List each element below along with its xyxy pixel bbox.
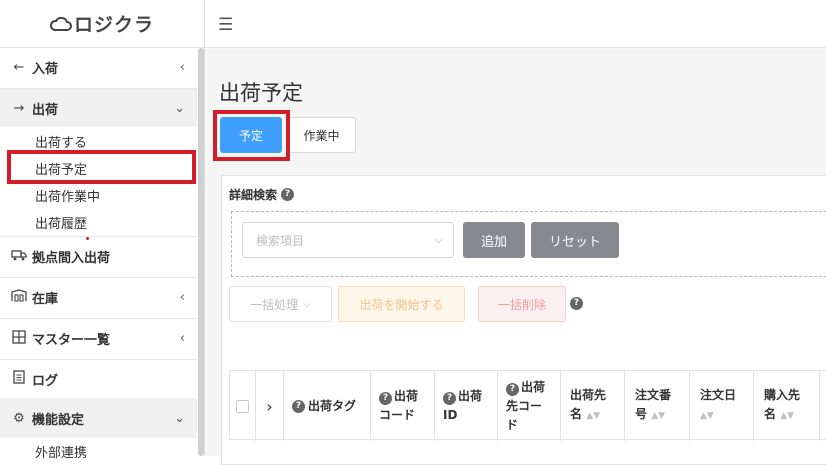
arrow-right-icon: → [13,100,25,116]
expand-cell: › [256,371,284,441]
search-field-select[interactable]: 検索項目 ⌵ [242,222,454,258]
sidebar-item-master[interactable]: マスター一覧 ‹ [0,319,197,358]
column-label: 出荷先名 ▲▼ [570,386,612,426]
chevron-down-icon: ⌄ [174,410,185,426]
search-panel: 詳細検索 ? 検索項目 ⌵ 追加 リセット 一括処理 ⌵ 出荷を開始する 一括削… [221,175,826,465]
sidebar-item-log[interactable]: ログ [0,360,197,398]
bulk-delete-button[interactable]: 一括削除 [478,286,566,322]
bulk-action-dropdown[interactable]: 一括処理 ⌵ [229,286,332,322]
cloud-icon [49,16,72,31]
sort-icon[interactable]: ▲▼ [586,411,600,421]
select-all-cell [230,371,256,441]
truck-icon [6,249,32,265]
chevron-left-icon: ‹ [179,60,185,75]
column-header[interactable]: ? 出荷コード [371,371,435,441]
chevron-down-icon: ⌵ [434,233,443,246]
sidebar-subitem-in-progress[interactable]: 出荷作業中 [35,186,100,205]
column-label: 購入先名 ▲▼ [764,386,806,426]
column-label: 出荷タグ [308,398,357,413]
column-label-text: 注文日 [700,388,737,402]
column-header[interactable]: 注文日 ▲▼ [690,371,754,441]
column-header[interactable]: ? 出荷タグ [284,371,371,441]
chevron-right-icon[interactable]: › [266,397,272,416]
sidebar-subitem-ship[interactable]: 出荷する [35,132,87,151]
tab-in-progress[interactable]: 作業中 [287,117,356,153]
sidebar-item-shipping[interactable]: → 出荷 ⌄ [0,89,197,127]
help-icon[interactable]: ? [281,188,295,201]
highlight-box [213,110,290,161]
sort-icon[interactable]: ▲▼ [700,411,714,421]
topbar: ☰ [205,0,826,48]
sidebar-subitem-integration[interactable]: 外部連携 [35,442,87,461]
column-label: ? 出荷先コード [506,378,550,435]
sidebar-item-label: 出荷 [32,102,59,118]
sidebar-item-label: 在庫 [32,292,59,307]
gear-icon: ⚙ [13,410,25,426]
sidebar-item-label: 拠点間入出荷 [32,251,111,266]
logo-bar: ロジクラ [0,0,204,48]
sidebar-item-settings[interactable]: ⚙ 機能設定 ⌄ [0,398,197,438]
grid-icon [6,329,32,348]
column-header[interactable]: 購入先名 ▲▼ [754,371,820,441]
logo-text: ロジクラ [73,14,154,36]
add-button[interactable]: 追加 [463,222,525,258]
search-condition-box: 検索項目 ⌵ 追加 リセット [231,211,826,277]
document-icon [6,370,32,388]
help-icon[interactable]: ? [379,392,392,405]
main-content: 出荷予定 予定 作業中 詳細検索 ? 検索項目 ⌵ 追加 リセット 一括処理 ⌵… [205,49,826,465]
chevron-down-icon: ⌄ [174,100,185,116]
highlight-box [7,150,196,184]
chevron-left-icon: ‹ [179,331,185,346]
bulk-action-label: 一括処理 [250,297,299,312]
sidebar-scrollbar[interactable] [198,48,204,456]
column-label: ? 出荷ID [443,387,487,425]
page-title: 出荷予定 [219,81,303,105]
column-header[interactable]: ? 出荷先コード [498,371,561,441]
sidebar-item-label: 機能設定 [32,412,85,428]
chevron-left-icon: ‹ [179,290,185,305]
sidebar-item-transfer[interactable]: 拠点間入出荷 [0,237,197,276]
table-header: › ? 出荷タグ ? 出荷コード ? 出荷ID ? 出荷先コード 出荷先名 ▲▼ 注文… [229,370,826,441]
arrow-left-icon: ← [13,60,25,75]
reset-button[interactable]: リセット [531,222,619,258]
sidebar-item-label: 入荷 [32,62,59,77]
help-icon[interactable]: ? [506,382,519,396]
chevron-down-icon: ⌵ [303,298,311,310]
start-shipping-button[interactable]: 出荷を開始する [338,286,465,322]
select-placeholder: 検索項目 [256,233,305,248]
logo[interactable]: ロジクラ [49,10,154,37]
help-icon[interactable]: ? [292,399,305,413]
sidebar-item-inventory[interactable]: 在庫 ‹ [0,278,197,317]
search-panel-title: 詳細検索 ? [229,186,295,203]
column-label: 注文日 ▲▼ [700,386,742,426]
menu-icon[interactable]: ☰ [218,15,233,35]
sidebar: ロジクラ ← 入荷 ‹ → 出荷 ⌄ 出荷する 出荷予定 出荷作業中 出荷履歴 … [0,0,205,461]
search-title: 詳細検索 [229,188,278,202]
sidebar-item-arrival[interactable]: ← 入荷 ‹ [0,48,197,87]
column-header[interactable]: ? 出荷ID [435,371,498,441]
column-header[interactable]: 出荷先名 ▲▼ [561,371,625,441]
warehouse-icon [6,289,32,306]
sort-icon[interactable]: ▲▼ [651,411,665,421]
column-label: ? 出荷コード [379,387,427,425]
sidebar-item-label: マスター一覧 [32,333,111,348]
sort-icon[interactable]: ▲▼ [780,411,794,421]
sidebar-item-label: ログ [32,373,59,389]
select-all-checkbox[interactable] [236,399,249,413]
help-icon[interactable]: ? [570,297,583,310]
sidebar-subitem-history[interactable]: 出荷履歴 [35,213,87,232]
column-header[interactable]: 注文番号 ▲▼ [625,371,690,441]
column-label: 注文番号 ▲▼ [635,386,677,426]
help-icon[interactable]: ? [443,392,456,405]
